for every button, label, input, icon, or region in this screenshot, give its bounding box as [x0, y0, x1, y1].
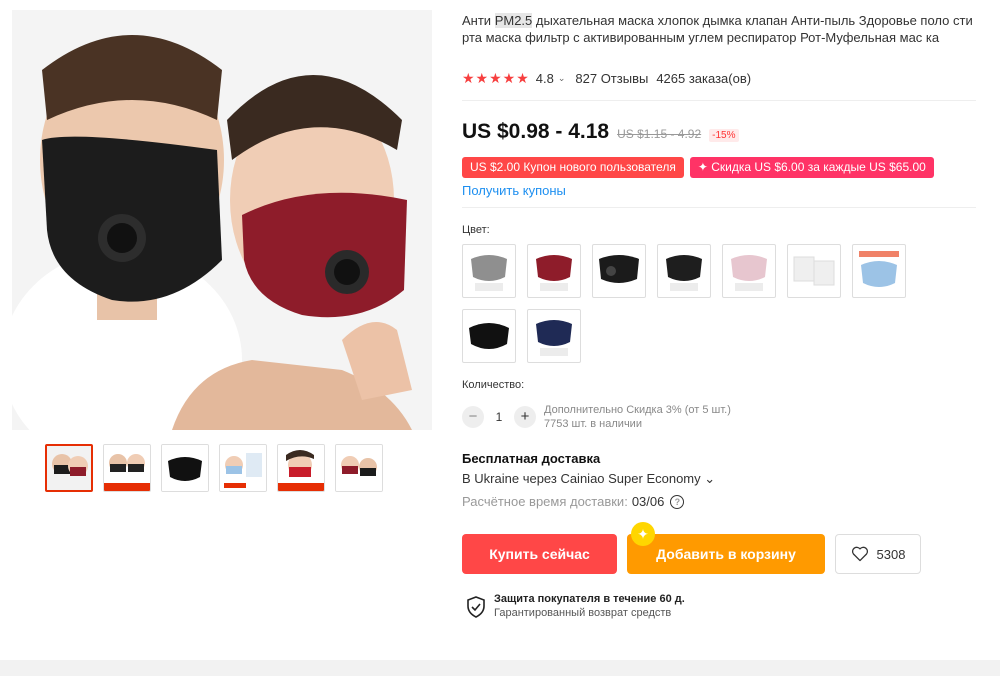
color-option-black-valve[interactable]: [592, 244, 646, 298]
wishlist-button[interactable]: 5308: [835, 534, 921, 574]
divider: [462, 207, 976, 208]
quantity-stepper: − 1 + Дополнительно Скидка 3% (от 5 шт.)…: [462, 403, 731, 431]
product-title: Анти PM2.5 дыхательная маска хлопок дымк…: [462, 12, 982, 46]
quantity-label: Количество:: [462, 379, 525, 391]
delivery-estimate-label: Расчётное время доставки:: [462, 494, 628, 509]
black-valve-mask-icon: [599, 255, 639, 283]
orders-count: 4265 заказа(ов): [656, 71, 752, 86]
thumbnail-6[interactable]: [335, 444, 383, 492]
color-option-black-plain[interactable]: [462, 309, 516, 363]
quantity-info: Дополнительно Скидка 3% (от 5 шт.) 7753 …: [544, 403, 731, 431]
add-to-cart-button[interactable]: Добавить в корзину: [627, 534, 825, 574]
thumbnail-5[interactable]: [277, 444, 325, 492]
discount-badge: -15%: [709, 129, 739, 142]
price-block: US $0.98 - 4.18 US $1.15 - 4.92 -15%: [462, 120, 739, 144]
delivery-estimate-date: 03/06: [631, 494, 665, 509]
color-option-pink[interactable]: [722, 244, 776, 298]
reviews-count-link[interactable]: 827 Отзывы: [575, 71, 648, 86]
coupon-row: US $2.00 Купон нового пользователя ✦ Ски…: [462, 157, 934, 178]
thumbnail-3[interactable]: [161, 444, 209, 492]
star-rating-icon: ★★★★★: [462, 70, 530, 86]
buyer-protection: Защита покупателя в течение 60 д. Гарант…: [466, 593, 685, 619]
sparkle-badge-icon: ✦: [631, 522, 655, 546]
color-swatches: [462, 244, 922, 363]
wishlist-count: 5308: [876, 546, 906, 562]
black-plain-mask-icon: [469, 323, 509, 349]
chevron-down-icon[interactable]: ⌄: [558, 73, 566, 84]
new-user-coupon[interactable]: US $2.00 Купон нового пользователя: [462, 157, 684, 178]
red-mask-thumb-icon: [278, 445, 324, 491]
black-mask-thumb-icon: [162, 445, 208, 491]
thumbnail-1[interactable]: [45, 444, 93, 492]
couple-mask-thumb-icon: [47, 446, 91, 490]
old-price: US $1.15 - 4.92: [617, 127, 702, 141]
protection-subtitle: Гарантированный возврат средств: [494, 607, 672, 619]
shipping-title: Бесплатная доставка: [462, 451, 601, 466]
blue-mask-thumb-icon: [220, 445, 266, 491]
couple-mask-thumb-3-icon: [336, 445, 382, 491]
filters-icon: [793, 256, 835, 286]
blue-mask-icon: [859, 251, 899, 287]
shield-check-icon: [467, 596, 485, 618]
quantity-plus-button[interactable]: +: [514, 406, 536, 428]
pink-mask-icon: [731, 255, 767, 291]
delivery-estimate: Расчётное время доставки: 03/06 ?: [462, 494, 685, 509]
current-price: US $0.98 - 4.18: [462, 120, 610, 143]
divider: [462, 100, 976, 101]
title-highlight: PM2.5: [494, 13, 533, 28]
quantity-input[interactable]: 1: [484, 410, 514, 424]
rating-row: ★★★★★ 4.8 ⌄ 827 Отзывы 4265 заказа(ов): [462, 70, 751, 87]
red-mask-icon: [536, 255, 572, 291]
title-prefix: Анти: [462, 13, 495, 28]
stock-count: 7753 шт. в наличии: [544, 418, 642, 430]
heart-icon: [851, 546, 868, 562]
store-discount-coupon[interactable]: ✦ Скидка US $6.00 за каждые US $65.00: [689, 157, 934, 178]
color-option-filters[interactable]: [787, 244, 841, 298]
protection-title: Защита покупателя в течение 60 д.: [494, 593, 685, 605]
thumbnail-strip: [45, 444, 383, 492]
black-mask-icon: [666, 255, 702, 291]
help-icon[interactable]: ?: [670, 494, 685, 509]
get-coupons-link[interactable]: Получить купоны: [462, 183, 566, 198]
main-product-image[interactable]: [12, 10, 432, 430]
shipping-method-selector[interactable]: В Ukraine через Cainiao Super Economy ⌄: [462, 471, 715, 487]
thumbnail-2[interactable]: [103, 444, 151, 492]
gray-mask-icon: [471, 255, 507, 291]
rating-score[interactable]: 4.8: [536, 71, 554, 86]
color-option-red[interactable]: [527, 244, 581, 298]
color-option-navy[interactable]: [527, 309, 581, 363]
buy-now-button[interactable]: Купить сейчас: [462, 534, 617, 574]
color-option-blue[interactable]: [852, 244, 906, 298]
couple-mask-thumb-2-icon: [104, 445, 150, 491]
extra-discount-note: Дополнительно Скидка 3% (от 5 шт.): [544, 404, 731, 416]
quantity-minus-button[interactable]: −: [462, 406, 484, 428]
color-option-black[interactable]: [657, 244, 711, 298]
footer-band: [0, 660, 1000, 676]
color-option-gray[interactable]: [462, 244, 516, 298]
color-label: Цвет:: [462, 224, 490, 236]
navy-mask-icon: [536, 320, 572, 356]
thumbnail-4[interactable]: [219, 444, 267, 492]
product-photo-illustration: [12, 10, 432, 430]
title-rest: дыхательная маска хлопок дымка клапан Ан…: [462, 13, 973, 45]
